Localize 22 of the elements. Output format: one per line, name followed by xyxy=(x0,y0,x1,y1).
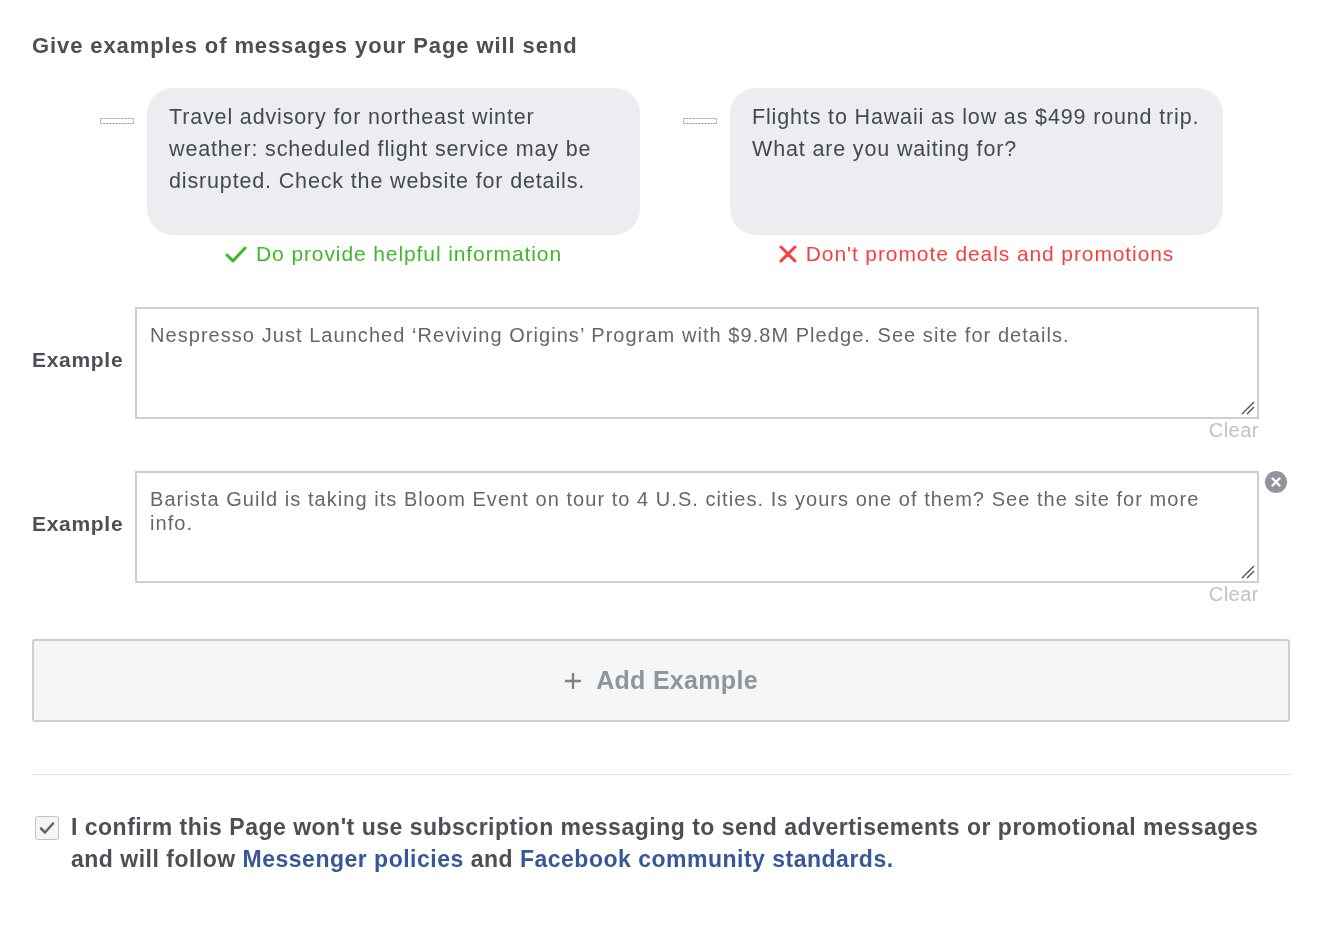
image-placeholder-icon xyxy=(683,118,717,124)
example-text-area[interactable]: Nespresso Just Launched ‘Reviving Origins’ Program with $9.8M Pledge. See site for details. xyxy=(135,307,1259,419)
example-label: Example xyxy=(32,347,125,373)
confirm-checkbox[interactable] xyxy=(35,816,59,840)
example-text-area[interactable]: Barista Guild is taking its Bloom Event on tour to 4 U.S. cities. Is yours one of them? See the site for more info. xyxy=(135,471,1259,583)
message-bubble: Travel advisory for northeast winter weather: scheduled flight service may be disrupted. Check the website for details. xyxy=(147,88,640,235)
confirmation-text: I confirm this Page won't use subscription messaging to send advertisements or promotional messages and will follow Messenger policies and Facebook community standards. xyxy=(71,813,1260,874)
plus-icon xyxy=(564,671,583,690)
policy-link[interactable]: Facebook community standards. xyxy=(519,846,894,872)
check-icon xyxy=(225,245,247,263)
cross-icon xyxy=(778,245,797,263)
guideline-verdict: Don't promote deals and promotions xyxy=(805,242,1175,266)
guideline-verdict: Do provide helpful information xyxy=(256,242,562,266)
checkmark-icon xyxy=(39,821,55,835)
example-label: Example xyxy=(32,511,125,537)
remove-icon[interactable] xyxy=(1264,471,1287,493)
policy-link[interactable]: Messenger policies xyxy=(242,846,464,872)
resize-grip-icon xyxy=(1241,565,1255,579)
message-bubble: Flights to Hawaii as low as $499 round trip. What are you waiting for? xyxy=(730,88,1223,235)
section-heading: Give examples of messages your Page will send xyxy=(32,32,579,60)
image-placeholder-icon xyxy=(100,118,134,124)
resize-grip-icon xyxy=(1241,401,1255,415)
